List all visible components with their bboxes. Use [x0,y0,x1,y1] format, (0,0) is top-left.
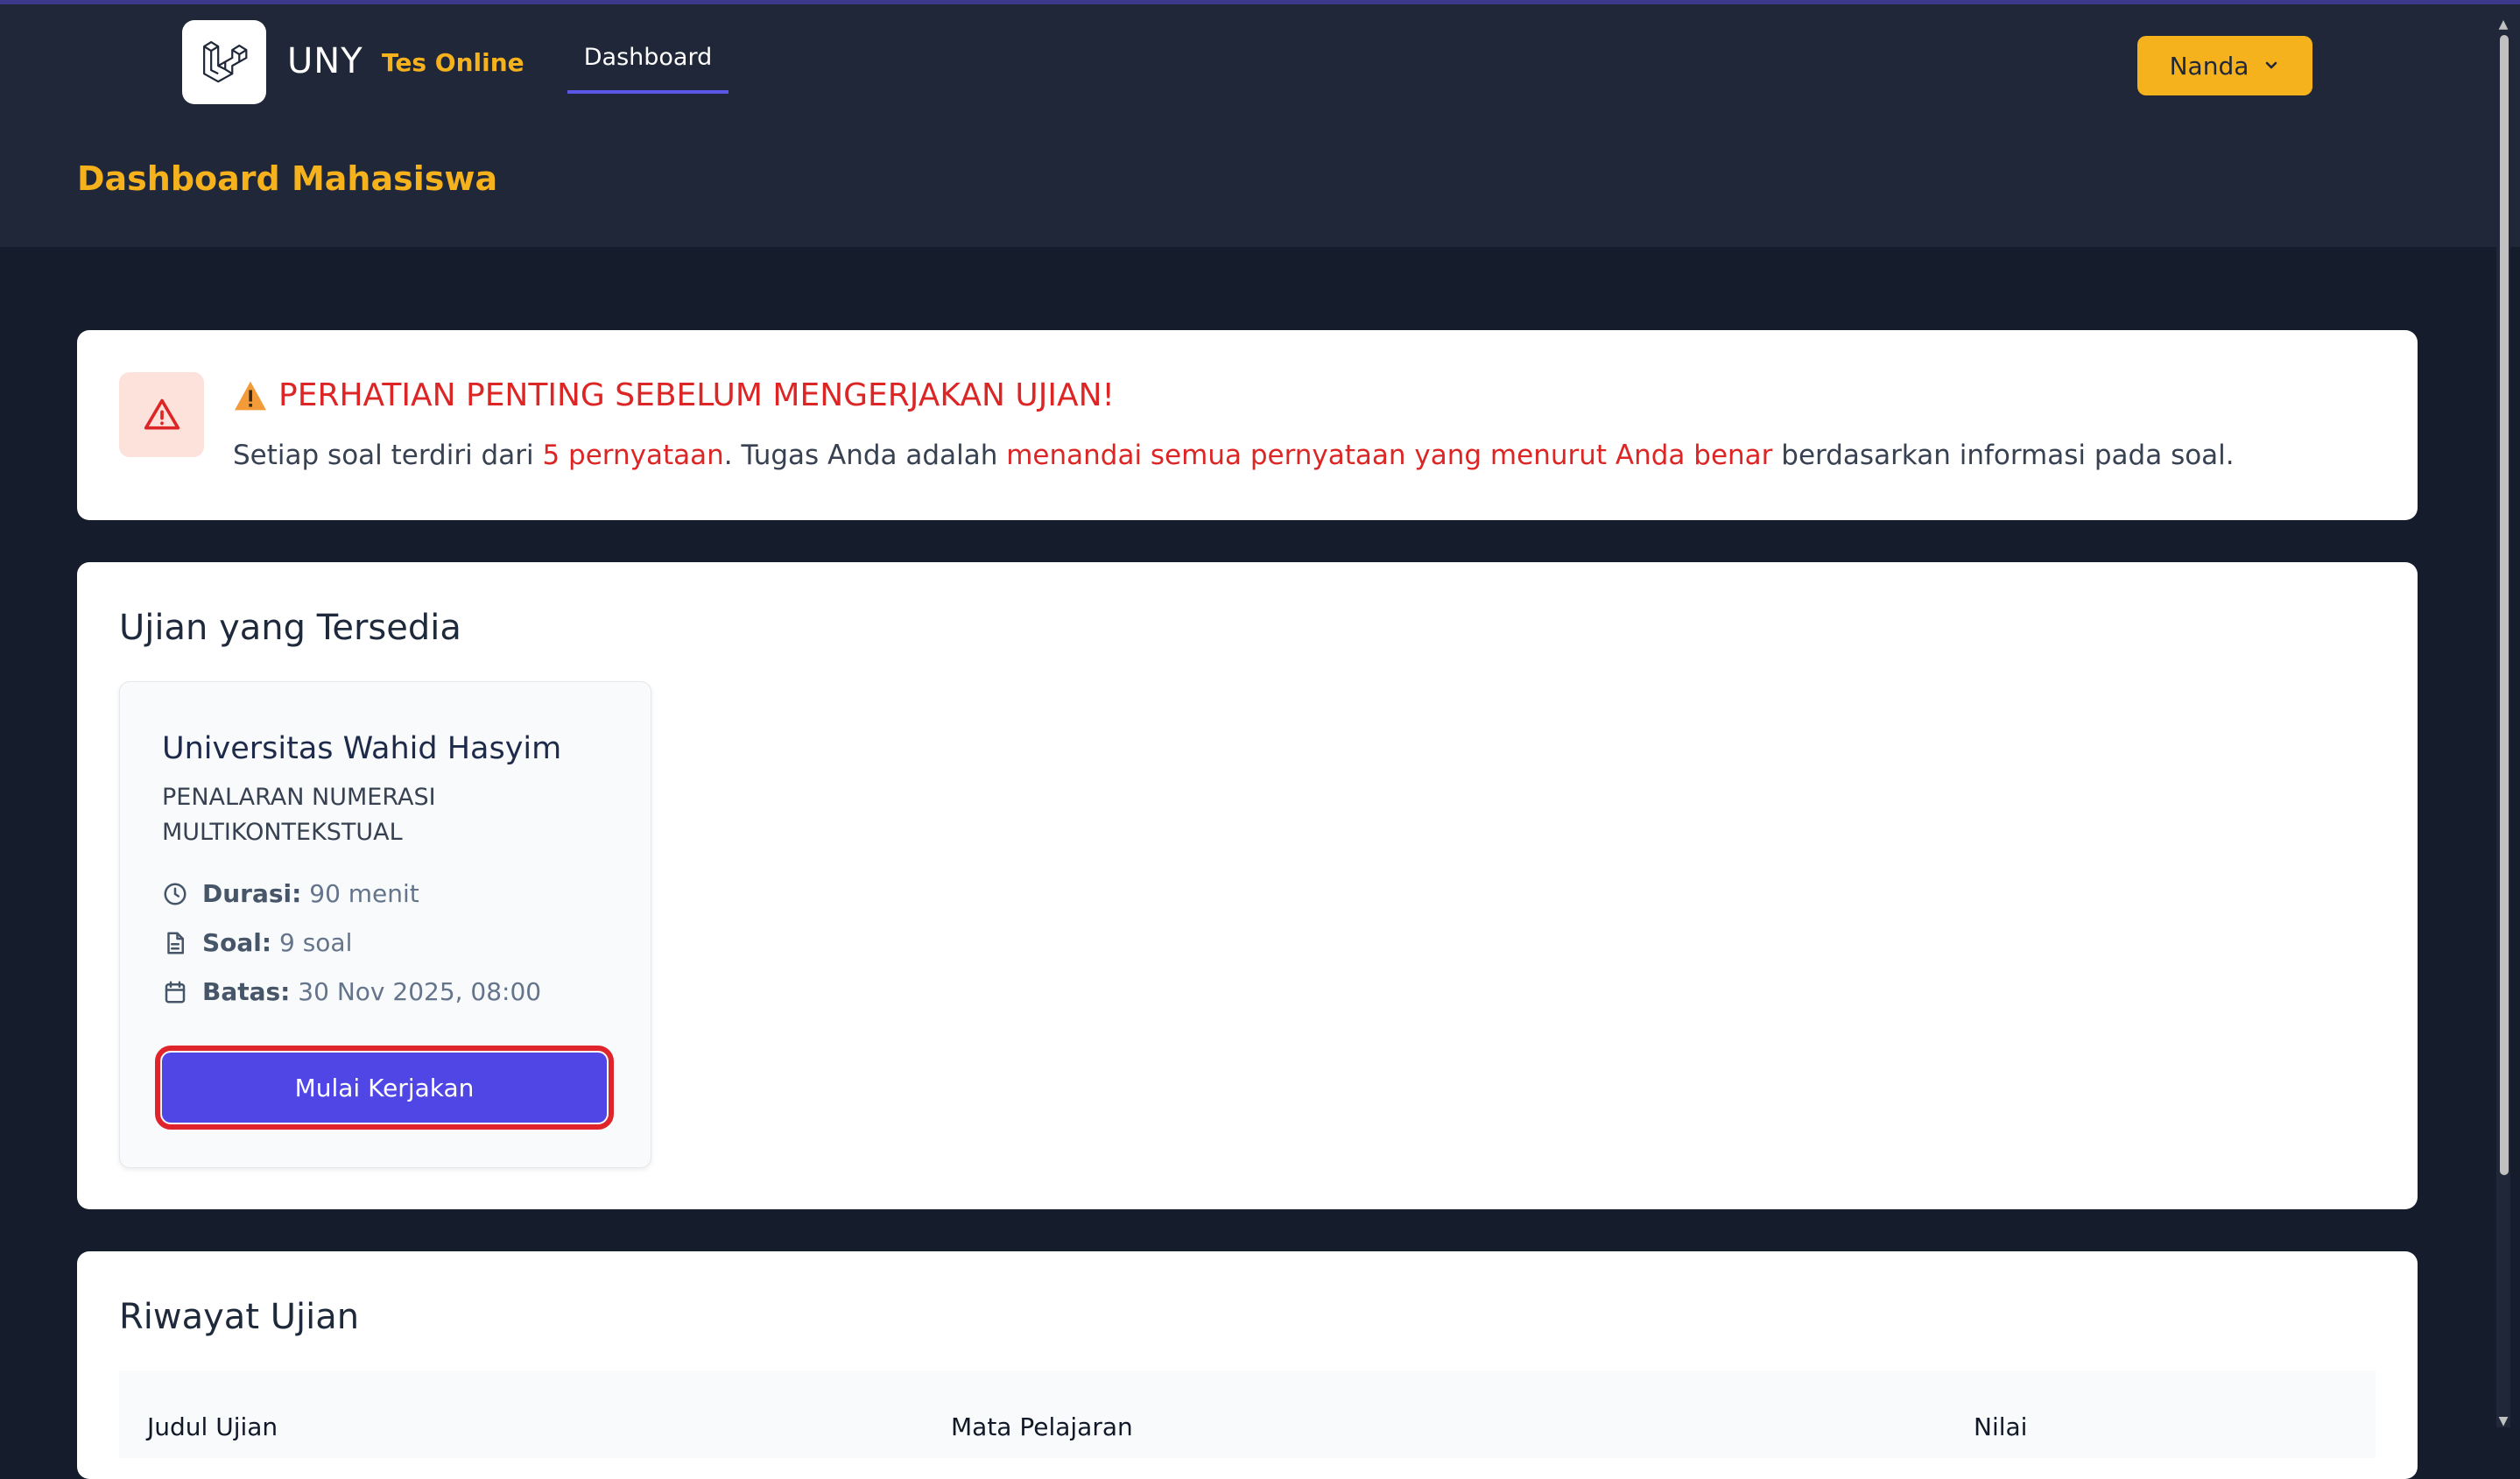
alert-description: Setiap soal terdiri dari 5 pernyataan. T… [233,440,2235,471]
alert-text-part: berdasarkan informasi pada soal. [1772,440,2235,471]
duration-label: Durasi: [202,879,302,908]
user-name: Nanda [2169,51,2249,81]
exam-history-section: Riwayat Ujian Judul Ujian Mata Pelajaran… [77,1251,2418,1479]
start-exam-button[interactable]: Mulai Kerjakan [155,1046,614,1130]
history-table-header: Judul Ujian Mata Pelajaran Nilai [119,1370,2376,1458]
exam-title: Universitas Wahid Hasyim [162,731,562,766]
available-exams-section: Ujian yang Tersedia Universitas Wahid Ha… [77,562,2418,1209]
exam-subject: PENALARAN NUMERASI MULTIKONTEKSTUAL [162,784,436,846]
section-title: Riwayat Ujian [119,1297,360,1337]
alert-highlight-instruction: menandai semua pernyataan yang menurut A… [1006,440,1773,471]
warning-triangle-icon [144,398,179,429]
column-header-score: Nilai [1974,1412,2028,1441]
nav-link-dashboard[interactable]: Dashboard [567,32,729,94]
clock-icon [164,883,187,905]
document-icon [167,932,184,954]
exam-card: Universitas Wahid Hasyim PENALARAN NUMER… [119,681,651,1168]
alert-title-text: PERHATIAN PENTING SEBELUM MENGERJAKAN UJ… [278,377,1115,413]
brand-name: UNY [287,41,363,81]
calendar-icon [165,981,186,1003]
deadline-label: Batas: [202,977,291,1006]
column-header-subject: Mata Pelajaran [951,1412,1133,1441]
scroll-up-arrow-icon[interactable]: ▲ [2496,18,2510,32]
exam-question-count: Soal: 9 soal [162,928,352,957]
laravel-logo-icon [203,40,248,83]
alert-text-part: Setiap soal terdiri dari [233,440,543,471]
alert-text-part: . Tugas Anda adalah [723,440,1007,471]
app-logo[interactable] [182,20,266,104]
alert-title: PERHATIAN PENTING SEBELUM MENGERJAKAN UJ… [233,377,1115,413]
exam-deadline: Batas: 30 Nov 2025, 08:00 [162,977,541,1006]
duration-value: 90 menit [309,879,419,908]
top-navbar: UNY Tes Online Dashboard Nanda [0,4,2520,123]
page-header: Dashboard Mahasiswa [0,123,2520,247]
questions-label: Soal: [202,928,272,957]
exam-warning-alert: PERHATIAN PENTING SEBELUM MENGERJAKAN UJ… [77,330,2418,520]
alert-highlight-statement-count: 5 pernyataan [542,440,724,471]
alert-icon-box [119,372,204,457]
page-title: Dashboard Mahasiswa [77,159,498,198]
exam-duration: Durasi: 90 menit [162,879,419,908]
scroll-down-arrow-icon[interactable]: ▼ [2496,1414,2510,1428]
brand-subtitle: Tes Online [382,48,524,77]
warning-emoji-icon [235,381,266,410]
scrollbar-thumb[interactable] [2500,35,2509,1175]
column-header-exam-title: Judul Ujian [147,1412,278,1441]
chevron-down-icon [2266,61,2277,69]
section-title: Ujian yang Tersedia [119,608,461,648]
deadline-value: 30 Nov 2025, 08:00 [298,977,542,1006]
questions-value: 9 soal [279,928,353,957]
user-menu-button[interactable]: Nanda [2137,36,2312,95]
